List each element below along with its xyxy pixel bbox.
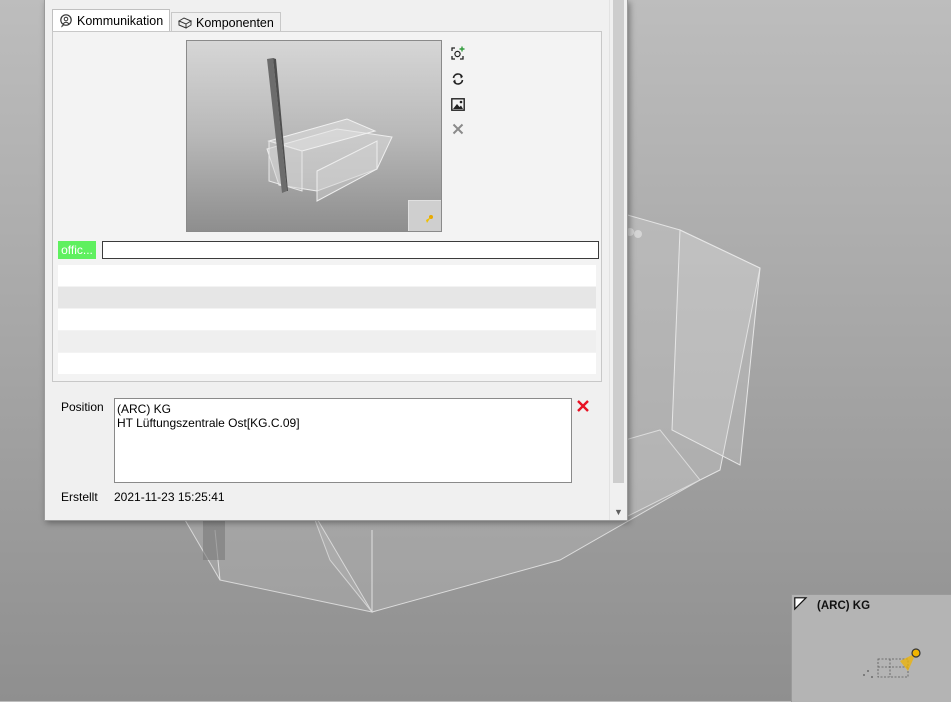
add-viewpoint-icon[interactable]: [449, 45, 467, 63]
panel-content: Kommunikation Komponenten offic... Posit…: [45, 0, 609, 520]
tag-row: offic...: [58, 241, 599, 259]
position-line: (ARC) KG: [117, 402, 171, 416]
tab-content-kommunikation: offic...: [52, 31, 602, 382]
list-item[interactable]: [58, 353, 596, 374]
tag-badge[interactable]: offic...: [58, 241, 96, 259]
properties-panel: Kommunikation Komponenten offic... Posit…: [44, 0, 628, 521]
component-box-icon: [178, 16, 192, 29]
clear-position-icon[interactable]: [576, 399, 590, 413]
list-item[interactable]: [58, 309, 596, 330]
preview-scene: [266, 58, 393, 202]
minimap-level-label: (ARC) KG: [817, 600, 871, 612]
position-line: HT Lüftungszentrale Ost[KG.C.09]: [117, 416, 300, 430]
tab-kommunikation[interactable]: Kommunikation: [52, 9, 171, 32]
scrollbar-thumb[interactable]: [613, 0, 624, 483]
scroll-down-icon[interactable]: ▼: [610, 503, 627, 520]
chat-user-icon: [59, 14, 73, 28]
list-item[interactable]: [58, 331, 596, 352]
tab-komponenten[interactable]: Komponenten: [171, 12, 281, 32]
position-field[interactable]: (ARC) KG HT Lüftungszentrale Ost[KG.C.09…: [114, 398, 572, 483]
image-icon[interactable]: [449, 95, 467, 113]
close-icon[interactable]: [449, 120, 467, 138]
position-label: Position: [61, 400, 104, 414]
refresh-icon[interactable]: [449, 70, 467, 88]
minimap-corner-icon[interactable]: [794, 597, 808, 611]
minimap-floorplan: [863, 648, 921, 678]
vertical-scrollbar[interactable]: ▼: [609, 0, 627, 520]
minimap[interactable]: (ARC) KG: [791, 594, 951, 702]
tab-label: Kommunikation: [77, 14, 164, 28]
viewpoint-preview-image[interactable]: [186, 40, 442, 232]
tab-label: Komponenten: [196, 15, 274, 30]
created-label: Erstellt: [61, 490, 98, 504]
list-item[interactable]: [58, 265, 596, 286]
preview-minimap: [408, 200, 441, 231]
created-value: 2021-11-23 15:25:41: [114, 490, 225, 504]
list-item[interactable]: [58, 287, 596, 308]
tag-input[interactable]: [102, 241, 599, 259]
